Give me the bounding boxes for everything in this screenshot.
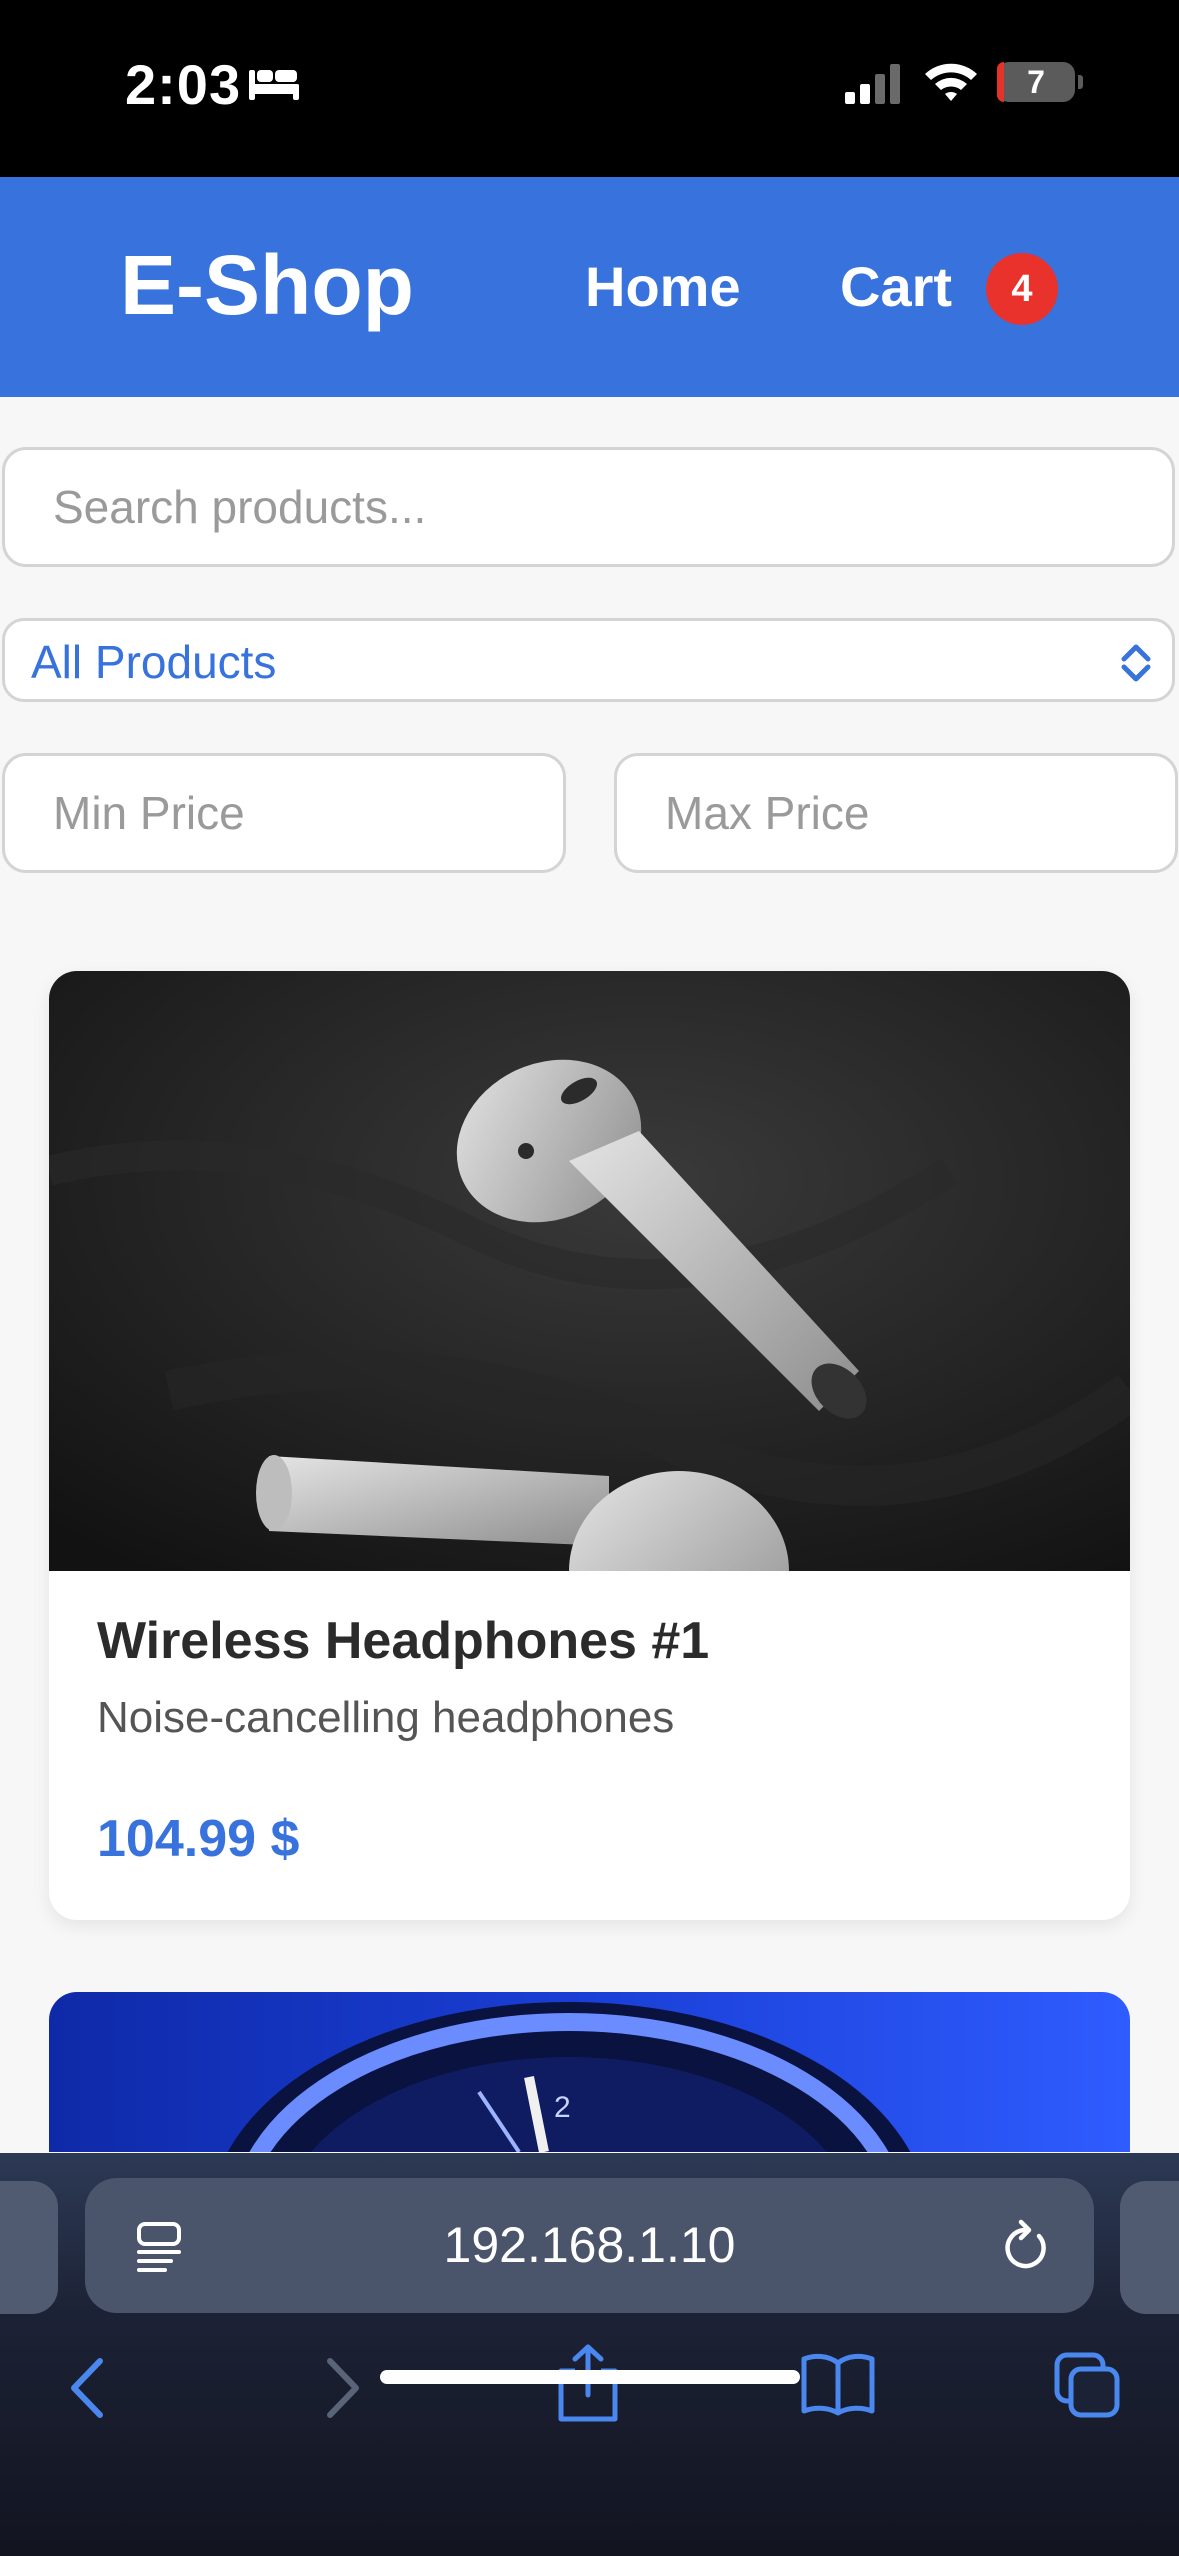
product-image: 2 [49, 1992, 1130, 2152]
category-select[interactable]: All Products [2, 618, 1175, 702]
product-description: Noise-cancelling headphones [97, 1693, 675, 1742]
product-card[interactable]: Wireless Headphones #1 Noise-cancelling … [49, 971, 1130, 1920]
product-price: 104.99 $ [97, 1810, 300, 1868]
previous-tab-edge[interactable] [0, 2181, 58, 2314]
max-price-input[interactable] [614, 753, 1178, 873]
signal-icon [845, 64, 905, 109]
home-indicator [380, 2370, 800, 2384]
sleep-icon [247, 64, 301, 107]
app-header: E-Shop Home Cart 4 [0, 177, 1179, 397]
status-bar: 2:03 7 [0, 0, 1179, 177]
share-icon[interactable] [555, 2343, 621, 2428]
search-input[interactable] [2, 447, 1175, 567]
cart-count-badge: 4 [986, 253, 1058, 325]
status-time: 2:03 [125, 53, 242, 116]
wifi-icon [923, 60, 979, 109]
reload-icon[interactable] [999, 2218, 1051, 2279]
chevron-updown-icon [1118, 641, 1154, 690]
nav-cart-link[interactable]: Cart [840, 254, 952, 319]
product-name[interactable]: Wireless Headphones #1 [97, 1611, 709, 1671]
next-tab-edge[interactable] [1120, 2181, 1179, 2314]
min-price-input[interactable] [2, 753, 566, 873]
bookmarks-icon[interactable] [800, 2351, 876, 2422]
brand-logo[interactable]: E-Shop [120, 237, 414, 334]
product-image [49, 971, 1130, 1571]
browser-chrome: 192.168.1.10 [0, 2153, 1179, 2556]
battery-tip [1078, 75, 1083, 89]
back-icon[interactable] [62, 2353, 112, 2428]
nav-home-link[interactable]: Home [585, 254, 741, 319]
svg-text:2: 2 [554, 2091, 571, 2124]
category-selected-value: All Products [31, 636, 277, 688]
product-card[interactable]: 2 [49, 1992, 1130, 2152]
battery-level: 7 [1027, 64, 1045, 100]
battery-icon: 7 [997, 62, 1075, 102]
tabs-icon[interactable] [1053, 2351, 1123, 2426]
url-text: 192.168.1.10 [443, 2217, 736, 2273]
address-bar[interactable]: 192.168.1.10 [85, 2178, 1094, 2313]
forward-icon[interactable] [318, 2353, 368, 2428]
